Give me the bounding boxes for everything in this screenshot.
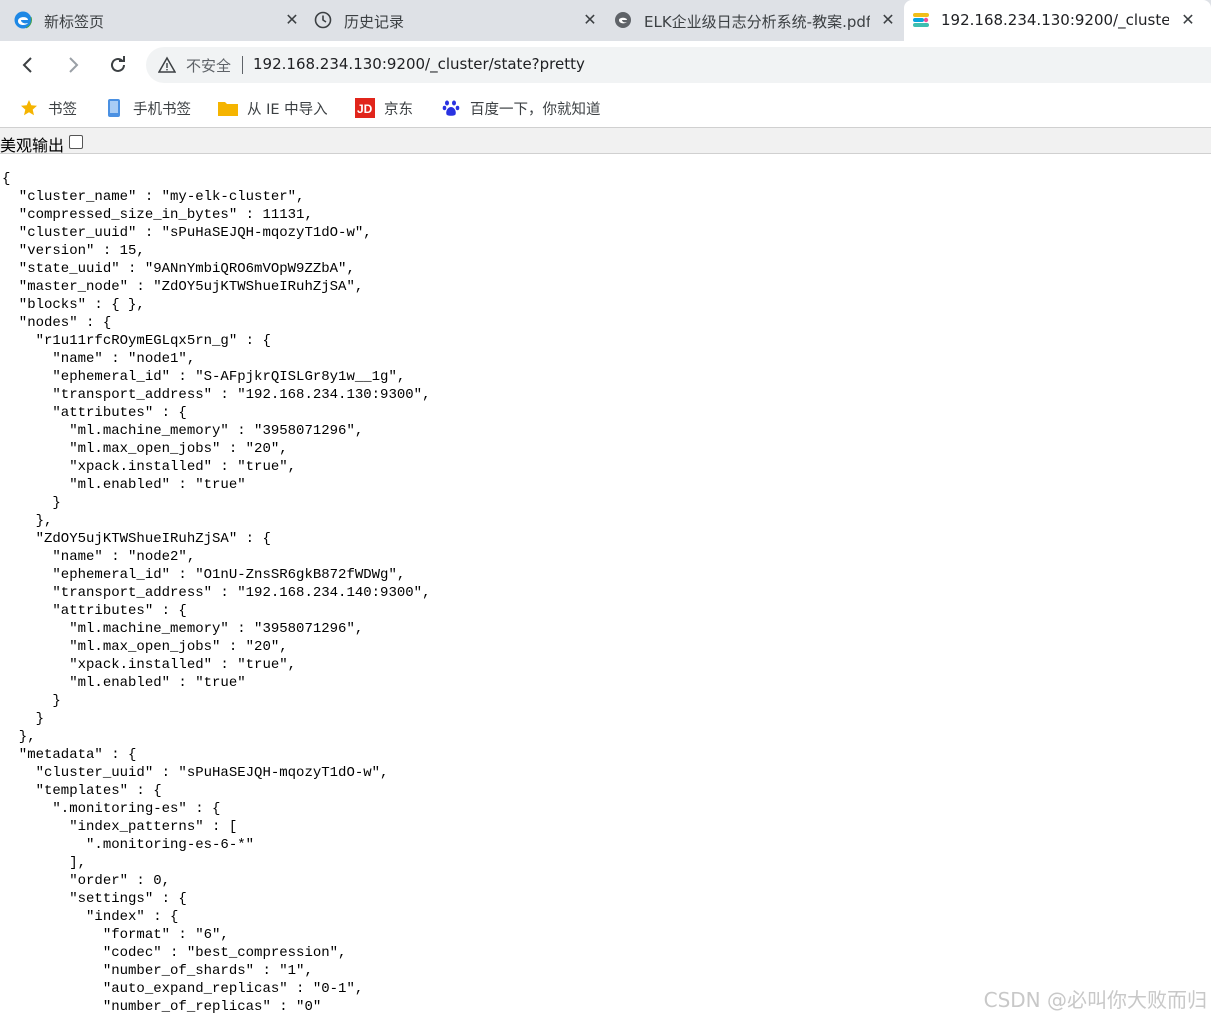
folder-icon: [218, 98, 238, 118]
close-icon[interactable]: ✕: [284, 10, 300, 30]
json-line: "state_uuid" : "9ANnYmbiQRO6mVOpW9ZZbA",: [2, 261, 355, 277]
json-line: "attributes" : {: [2, 405, 187, 421]
json-line: "ephemeral_id" : "O1nU-ZnsSR6gkB872fWDWg…: [2, 567, 406, 583]
json-line: "order" : 0,: [2, 873, 171, 889]
json-line: ".monitoring-es" : {: [2, 801, 221, 817]
address-bar[interactable]: 不安全 192.168.234.130:9200/_cluster/state?…: [146, 47, 1211, 83]
json-line: "xpack.installed" : "true",: [2, 657, 297, 673]
bookmark-jd[interactable]: JD 京东: [355, 97, 413, 119]
csdn-watermark: CSDN @必叫你大败而归: [983, 988, 1207, 1012]
bookmark-label: 手机书签: [133, 101, 191, 118]
bookmark-baidu[interactable]: 百度一下，你就知道: [441, 97, 601, 119]
json-line: "templates" : {: [2, 783, 162, 799]
json-line: "name" : "node1",: [2, 351, 196, 367]
json-line: "cluster_uuid" : "sPuHaSEJQH-mqozyT1dO-w…: [2, 225, 372, 241]
json-line: "r1u11rfcROymEGLqx5rn_g" : {: [2, 333, 271, 349]
tab-new-tab[interactable]: 新标签页 ✕: [0, 0, 300, 41]
json-line: "attributes" : {: [2, 603, 187, 619]
json-line: "ZdOY5ujKTWShueIRuhZjSA" : {: [2, 531, 271, 547]
json-line: },: [2, 729, 36, 745]
close-icon[interactable]: ✕: [582, 10, 598, 30]
bookmark-ie-import[interactable]: 从 IE 中导入: [218, 97, 328, 119]
tab-title: 历史记录: [344, 13, 405, 31]
pretty-print-label: 美观输出: [0, 136, 65, 155]
pretty-print-bar: 美观输出: [0, 127, 1211, 155]
bookmark-bookmarks[interactable]: 书签: [19, 97, 77, 119]
json-line: ".monitoring-es-6-*": [2, 837, 255, 853]
json-line: "ml.enabled" : "true": [2, 675, 246, 691]
json-line: }: [2, 495, 61, 511]
json-line: ],: [2, 855, 87, 871]
json-line: "ml.machine_memory" : "3958071296",: [2, 423, 364, 439]
svg-text:JD: JD: [357, 102, 373, 116]
back-button[interactable]: [13, 50, 43, 80]
close-icon[interactable]: ✕: [880, 10, 896, 30]
tab-cluster-state[interactable]: 192.168.234.130:9200/_cluster/s ✕: [904, 0, 1211, 41]
bookmark-label: 京东: [384, 101, 413, 118]
json-line: "ml.machine_memory" : "3958071296",: [2, 621, 364, 637]
tab-strip: 新标签页 ✕ 历史记录 ✕ ELK企业级日志分析系统-教案.pdf ✕ 192.…: [0, 0, 1211, 41]
edge-logo-icon: [14, 11, 32, 29]
json-line: "cluster_name" : "my-elk-cluster",: [2, 189, 305, 205]
json-line: {: [2, 171, 11, 187]
reload-button[interactable]: [103, 50, 133, 80]
bookmark-label: 书签: [48, 101, 77, 118]
forward-button[interactable]: [58, 50, 88, 80]
json-line: },: [2, 513, 53, 529]
url-text[interactable]: 192.168.234.130:9200/_cluster/state?pret…: [253, 55, 585, 73]
json-line: "format" : "6",: [2, 927, 229, 943]
tab-pdf[interactable]: ELK企业级日志分析系统-教案.pdf ✕: [600, 0, 906, 41]
star-icon: [19, 98, 39, 118]
browser-toolbar: 不安全 192.168.234.130:9200/_cluster/state?…: [0, 41, 1211, 89]
json-line: "compressed_size_in_bytes" : 11131,: [2, 207, 313, 223]
baidu-paw-icon: [441, 98, 461, 118]
json-line: "index_patterns" : [: [2, 819, 238, 835]
json-line: "metadata" : {: [2, 747, 137, 763]
json-line: "index" : {: [2, 909, 179, 925]
json-line: "number_of_shards" : "1",: [2, 963, 313, 979]
json-line: "ml.max_open_jobs" : "20",: [2, 639, 288, 655]
json-line: "nodes" : {: [2, 315, 112, 331]
json-line: "settings" : {: [2, 891, 187, 907]
tab-history[interactable]: 历史记录 ✕: [300, 0, 606, 41]
json-line: }: [2, 711, 45, 727]
tab-title: ELK企业级日志分析系统-教案.pdf: [644, 13, 870, 31]
json-line: "name" : "node2",: [2, 549, 196, 565]
pretty-print-checkbox[interactable]: [69, 135, 83, 149]
json-response-body: { "cluster_name" : "my-elk-cluster", "co…: [2, 170, 1202, 1016]
json-line: "transport_address" : "192.168.234.130:9…: [2, 387, 431, 403]
json-line: "ml.max_open_jobs" : "20",: [2, 441, 288, 457]
json-line: "master_node" : "ZdOY5ujKTWShueIRuhZjSA"…: [2, 279, 364, 295]
jd-logo-icon: JD: [355, 98, 375, 118]
bookmarks-bar: 书签 手机书签 从 IE 中导入 JD 京东 百度一下，你就知道: [0, 89, 1211, 127]
json-line: "version" : 15,: [2, 243, 145, 259]
json-line: "blocks" : { },: [2, 297, 145, 313]
arrow-left-icon: [22, 57, 32, 73]
mobile-bookmark-icon: [104, 98, 124, 118]
history-clock-icon: [314, 11, 332, 29]
json-line: "codec" : "best_compression",: [2, 945, 347, 961]
close-icon[interactable]: ✕: [1180, 10, 1196, 30]
json-line: "ephemeral_id" : "S-AFpjkrQISLGr8y1w__1g…: [2, 369, 406, 385]
tab-title: 192.168.234.130:9200/_cluster/s: [941, 11, 1169, 29]
arrow-right-icon: [69, 57, 79, 73]
reload-icon: [111, 56, 125, 72]
json-line: "ml.enabled" : "true": [2, 477, 246, 493]
security-status-label[interactable]: 不安全: [186, 55, 231, 76]
elastic-logo-icon: [912, 11, 930, 29]
json-line: "cluster_uuid" : "sPuHaSEJQH-mqozyT1dO-w…: [2, 765, 389, 781]
json-line: "xpack.installed" : "true",: [2, 459, 297, 475]
json-line: "transport_address" : "192.168.234.140:9…: [2, 585, 431, 601]
tab-title: 新标签页: [44, 13, 105, 31]
warning-triangle-icon[interactable]: [157, 56, 177, 74]
bookmark-label: 百度一下，你就知道: [470, 101, 601, 118]
divider: [242, 56, 243, 74]
json-line: }: [2, 693, 61, 709]
bookmark-mobile[interactable]: 手机书签: [104, 97, 191, 119]
pdf-doc-icon: [614, 11, 632, 29]
bookmark-label: 从 IE 中导入: [247, 101, 328, 118]
